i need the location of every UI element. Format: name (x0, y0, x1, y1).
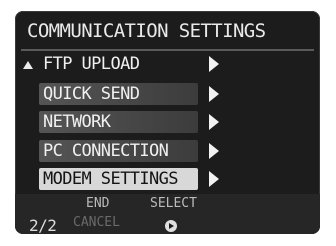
chevron-right-icon (209, 56, 219, 72)
menu-item-label: NETWORK (43, 112, 111, 132)
chevron-right-icon (209, 86, 219, 102)
menu-item-network[interactable]: NETWORK (39, 111, 198, 133)
camera-menu-screen: COMMUNICATION SETTINGS FTP UPLOAD QUICK … (15, 11, 320, 234)
scroll-up-icon (23, 61, 33, 69)
menu-item-label: QUICK SEND (43, 84, 140, 104)
cancel-button[interactable]: CANCEL (73, 215, 120, 230)
menu-item-label: MODEM SETTINGS (43, 169, 178, 189)
menu-item-label: PC CONNECTION (43, 141, 169, 161)
menu-item-label: FTP UPLOAD (43, 54, 140, 74)
menu-item-modem-settings[interactable]: MODEM SETTINGS (39, 168, 198, 190)
select-label: SELECT (150, 196, 197, 211)
title-divider (21, 49, 314, 51)
menu-item-pc-connection[interactable]: PC CONNECTION (39, 140, 198, 162)
end-label: END (86, 196, 110, 211)
ok-button-icon[interactable] (165, 220, 177, 232)
chevron-right-icon (209, 114, 219, 130)
chevron-right-icon (209, 171, 219, 187)
menu-item-ftp-upload[interactable]: FTP UPLOAD (39, 53, 198, 75)
menu-item-quick-send[interactable]: QUICK SEND (39, 83, 198, 105)
menu-title: COMMUNICATION SETTINGS (27, 20, 266, 42)
chevron-right-icon (209, 143, 219, 159)
page-indicator: 2/2 (29, 216, 57, 234)
